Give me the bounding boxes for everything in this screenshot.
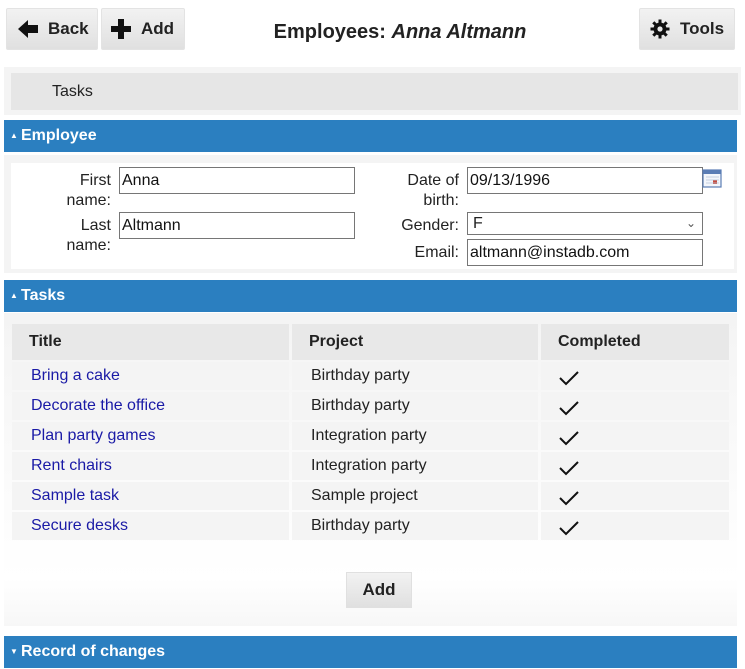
task-completed-cell bbox=[541, 482, 729, 510]
record-of-changes-label: Record of changes bbox=[21, 643, 166, 660]
caret-up-icon: ▲ bbox=[10, 131, 18, 140]
page-title-record-name: Anna Altmann bbox=[391, 21, 527, 43]
task-project: Birthday party bbox=[292, 392, 538, 420]
tools-button[interactable]: Tools bbox=[639, 8, 735, 50]
dob-label: Date of birth: bbox=[407, 172, 459, 209]
tab-tasks[interactable]: Tasks bbox=[11, 73, 738, 110]
caret-up-icon: ▲ bbox=[10, 291, 18, 300]
task-completed-cell bbox=[541, 362, 729, 390]
task-project: Birthday party bbox=[292, 512, 538, 540]
task-completed-cell bbox=[541, 512, 729, 540]
page-title: Employees: Anna Altmann bbox=[0, 21, 745, 44]
task-title-link[interactable]: Decorate the office bbox=[12, 392, 289, 420]
add-task-button[interactable]: Add bbox=[346, 572, 412, 608]
task-title-link[interactable]: Sample task bbox=[12, 482, 289, 510]
checkmark-icon bbox=[559, 521, 579, 536]
tools-label: Tools bbox=[680, 19, 725, 38]
task-completed-cell bbox=[541, 422, 729, 450]
dob-field[interactable] bbox=[467, 167, 703, 194]
checkmark-icon bbox=[559, 401, 579, 416]
tasks-section-label: Tasks bbox=[21, 287, 66, 304]
last-name-field[interactable] bbox=[119, 212, 355, 239]
task-completed-cell bbox=[541, 452, 729, 480]
checkmark-icon bbox=[559, 371, 579, 386]
task-project: Sample project bbox=[292, 482, 538, 510]
employee-section-label: Employee bbox=[21, 127, 97, 144]
gender-select[interactable]: F ⌄ bbox=[467, 212, 703, 235]
chevron-down-icon: ⌄ bbox=[685, 216, 696, 230]
gender-label: Gender: bbox=[401, 217, 459, 234]
first-name-label: First name: bbox=[66, 172, 111, 209]
checkmark-icon bbox=[559, 461, 579, 476]
calendar-icon[interactable] bbox=[702, 168, 722, 188]
toolbar: Back Add Employees: Anna Altmann Tools bbox=[0, 0, 745, 62]
gender-value: F bbox=[473, 215, 483, 232]
employee-section-header[interactable]: ▲ Employee bbox=[4, 120, 737, 152]
gear-icon bbox=[650, 19, 670, 39]
task-title-link[interactable]: Secure desks bbox=[12, 512, 289, 540]
task-project: Birthday party bbox=[292, 362, 538, 390]
last-name-label: Last name: bbox=[66, 217, 111, 254]
task-title-link[interactable]: Bring a cake bbox=[12, 362, 289, 390]
page-title-separator: : bbox=[379, 21, 392, 43]
task-project: Integration party bbox=[292, 422, 538, 450]
task-title-link[interactable]: Plan party games bbox=[12, 422, 289, 450]
column-header-title[interactable]: Title bbox=[12, 324, 289, 360]
email-field[interactable] bbox=[467, 239, 703, 266]
column-header-project[interactable]: Project bbox=[292, 324, 538, 360]
column-header-completed[interactable]: Completed bbox=[541, 324, 729, 360]
task-completed-cell bbox=[541, 392, 729, 420]
record-of-changes-section-header[interactable]: ▼ Record of changes bbox=[4, 636, 737, 668]
page-title-prefix: Employees bbox=[273, 21, 380, 43]
caret-down-icon: ▼ bbox=[10, 647, 18, 656]
checkmark-icon bbox=[559, 491, 579, 506]
task-project: Integration party bbox=[292, 452, 538, 480]
first-name-field[interactable] bbox=[119, 167, 355, 194]
email-label: Email: bbox=[414, 244, 459, 261]
task-title-link[interactable]: Rent chairs bbox=[12, 452, 289, 480]
checkmark-icon bbox=[559, 431, 579, 446]
tasks-section-header[interactable]: ▲ Tasks bbox=[4, 280, 737, 312]
